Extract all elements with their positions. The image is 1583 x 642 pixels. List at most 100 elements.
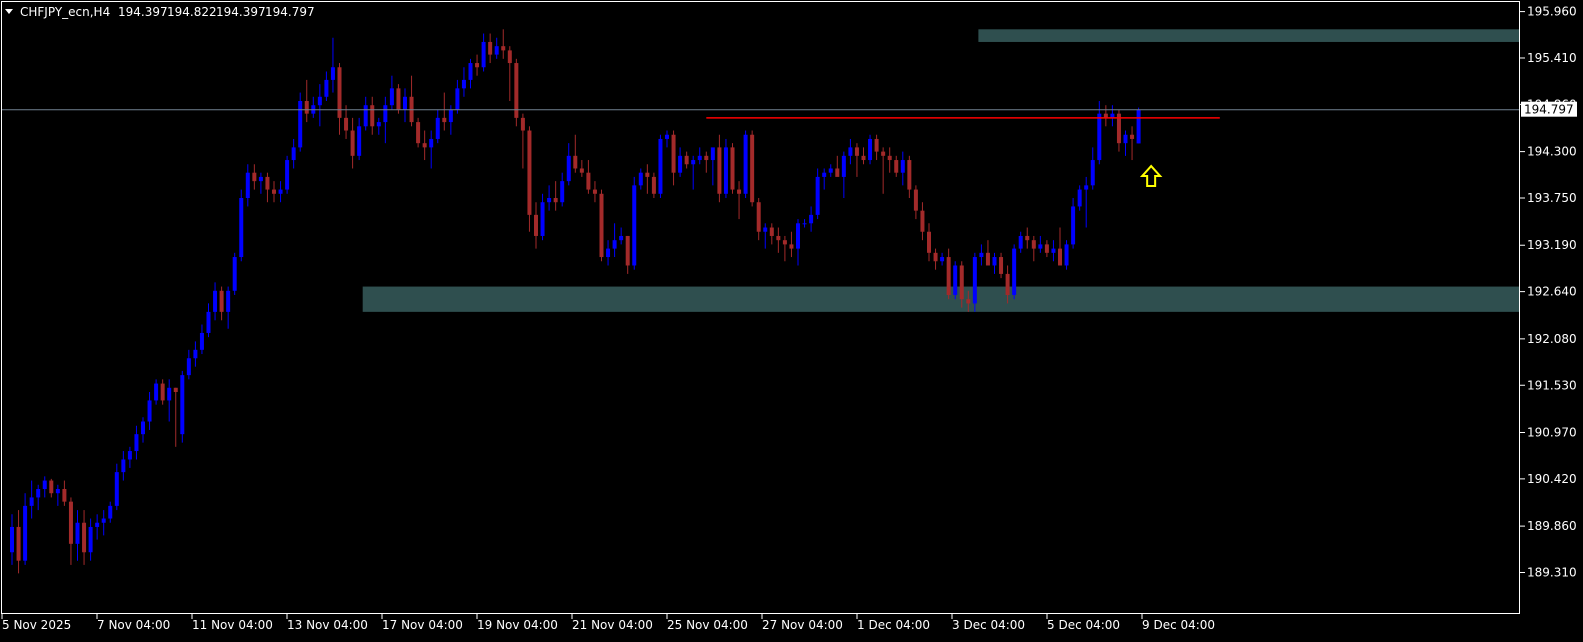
candle-body-117 [776,235,781,241]
candle-body-3 [29,497,34,506]
candle-body-55 [370,105,375,127]
chart-background [0,0,1583,642]
x-tick-label-5: 19 Nov 04:00 [477,618,558,632]
candle-body-145 [959,265,964,300]
y-tick-label-9: 190.970 [1527,425,1577,439]
x-tick-label-7: 25 Nov 04:00 [667,618,748,632]
candle-body-38 [258,176,263,182]
candle-body-68 [455,88,460,110]
candle-body-73 [488,41,493,55]
candle-body-43 [291,147,296,161]
candle-body-161 [1064,244,1069,266]
candle-body-37 [252,172,257,182]
candle-body-171 [1130,134,1135,139]
candle-body-52 [350,130,355,156]
x-tick-label-1: 7 Nov 04:00 [97,618,170,632]
y-tick-label-6: 192.640 [1527,285,1577,299]
candle-body-70 [468,63,473,80]
candle-body-58 [389,88,394,106]
candle-body-17 [121,459,126,473]
candle-body-62 [416,122,421,144]
candle-body-84 [560,181,565,203]
candle-body-13 [95,522,100,527]
candle-body-10 [75,522,80,544]
candle-body-1 [16,526,21,561]
candle-body-86 [573,155,578,169]
candle-body-35 [239,198,244,258]
candle-body-129 [854,147,859,156]
zone-0 [978,29,1520,42]
candle-body-164 [1084,185,1089,190]
candle-body-107 [710,147,715,161]
candle-body-76 [507,50,512,64]
candle-body-105 [697,155,702,161]
candle-body-103 [684,155,689,165]
x-tick-label-9: 1 Dec 04:00 [857,618,930,632]
candle-body-113 [750,134,755,203]
candle-body-109 [723,147,728,194]
candle-body-148 [979,252,984,258]
candle-body-151 [999,257,1004,274]
y-tick-label-3: 194.300 [1527,145,1577,159]
y-tick-label-1: 195.410 [1527,51,1577,65]
candle-body-64 [429,138,434,148]
candle-body-67 [448,109,453,123]
candle-body-49 [330,67,335,80]
price-chart[interactable]: 195.960195.410194.860194.300193.750193.1… [0,0,1583,642]
candle-body-19 [134,434,139,452]
candle-body-45 [304,101,309,114]
candle-body-142 [940,257,945,262]
x-tick-label-10: 3 Dec 04:00 [952,618,1025,632]
candle-body-32 [219,290,224,312]
candle-body-150 [992,257,997,266]
candle-body-94 [625,235,630,266]
candle-body-163 [1077,189,1082,207]
candle-body-88 [586,172,591,190]
y-tick-label-8: 191.530 [1527,378,1577,392]
candle-body-54 [363,105,368,127]
y-tick-label-10: 190.420 [1527,472,1577,486]
candle-body-0 [10,526,14,553]
candle-body-100 [665,134,669,139]
candle-body-162 [1071,206,1076,245]
candle-body-87 [579,168,584,173]
current-price-label: 194.797 [1524,103,1574,117]
candle-body-159 [1051,248,1056,253]
candle-body-146 [966,299,971,304]
candle-body-90 [599,193,604,258]
candle-body-85 [566,155,571,182]
candle-body-6 [49,480,54,494]
x-tick-label-4: 17 Nov 04:00 [382,618,463,632]
ohlc-low: 194.397 [216,5,266,19]
candle-body-80 [534,214,538,236]
x-tick-label-12: 9 Dec 04:00 [1142,618,1215,632]
x-tick-label-2: 11 Nov 04:00 [192,618,273,632]
candle-body-137 [907,160,912,190]
candle-body-11 [82,522,87,553]
candle-body-165 [1090,160,1095,186]
candle-body-34 [232,257,237,291]
candle-body-99 [658,138,663,194]
candle-body-78 [520,117,525,131]
candle-body-154 [1018,235,1023,249]
candle-body-136 [900,160,905,173]
candle-body-135 [894,160,899,173]
candle-body-102 [678,155,683,173]
candle-body-128 [848,147,853,156]
candle-body-5 [42,480,47,489]
candle-body-139 [920,210,925,232]
x-tick-label-8: 27 Nov 04:00 [762,618,843,632]
candle-body-36 [245,172,250,198]
candle-body-4 [36,489,41,498]
candle-body-22 [154,383,159,401]
candle-body-50 [337,67,342,118]
candle-body-114 [756,202,761,232]
candle-body-92 [612,240,617,249]
ohlc-high: 194.822 [167,5,217,19]
candle-body-166 [1097,113,1102,161]
candle-body-138 [913,189,918,211]
candle-body-9 [68,501,73,544]
candle-body-89 [592,189,597,194]
candle-body-149 [985,252,990,266]
candle-body-143 [946,257,951,295]
